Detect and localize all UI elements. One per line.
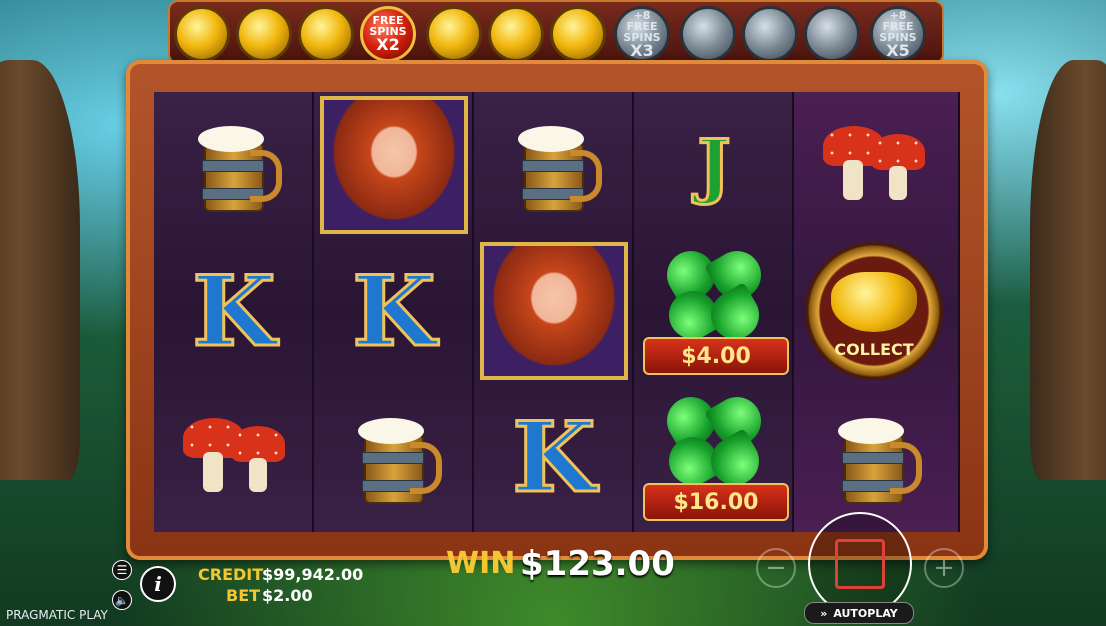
reel-5: COLLECT (794, 92, 960, 532)
bet-decrease-button[interactable]: − (756, 548, 796, 588)
symbol-beer-mug (154, 92, 314, 238)
clover-value: $4.00 (643, 337, 789, 375)
meter-mult: X5 (886, 40, 910, 60)
info-button[interactable]: i (140, 566, 176, 602)
bet-value: $2.00 (262, 586, 313, 605)
bet-increase-button[interactable]: + (924, 548, 964, 588)
meter-label: FREE SPINS (369, 14, 407, 38)
meter-mult: X3 (630, 40, 654, 60)
meter-coin (174, 6, 230, 62)
meter-coin (550, 6, 606, 62)
brand-label: PRAGMATIC PLAY (6, 608, 108, 622)
stop-icon (835, 539, 885, 589)
symbol-leprechaun-lady (314, 92, 474, 238)
symbol-mushroom (154, 384, 314, 530)
clover-value: $16.00 (643, 483, 789, 521)
symbol-mushroom (794, 92, 954, 238)
credit-label: CREDIT (198, 565, 264, 584)
bonus-meter: FREE SPINS X2 +8 FREE SPINS X3 +8 FREE SPI… (168, 0, 944, 64)
reel-3: K (474, 92, 634, 532)
reel-4: J $4.00 $16.00 (634, 92, 794, 532)
credit-value: $99,942.00 (262, 565, 364, 584)
spin-stop-button[interactable] (808, 512, 912, 616)
reel-1: K (154, 92, 314, 532)
win-value: $123.00 (520, 544, 675, 584)
symbol-leprechaun-lady (474, 238, 634, 384)
win-label: WIN (446, 546, 516, 581)
left-tree (0, 60, 80, 480)
sound-button[interactable]: 🔈 (112, 590, 132, 610)
reel-area: K K K J $4.00 $16.00 COLLECT (154, 92, 960, 532)
meter-mult: X2 (376, 35, 400, 54)
symbol-beer-mug (794, 384, 954, 530)
meter-coin (804, 6, 860, 62)
symbol-j: J (696, 122, 732, 208)
fast-forward-icon: » (820, 606, 828, 620)
reel-2: K (314, 92, 474, 532)
meter-coin (488, 6, 544, 62)
autoplay-button[interactable]: » AUTOPLAY (804, 602, 914, 624)
meter-coin (236, 6, 292, 62)
meter-freespins-x5: +8 FREE SPINS X5 (870, 6, 926, 62)
right-tree (1030, 60, 1106, 480)
menu-button[interactable]: ☰ (112, 560, 132, 580)
meter-label: +8 FREE SPINS (623, 8, 661, 44)
meter-coin (680, 6, 736, 62)
meter-freespins-x3: +8 FREE SPINS X3 (614, 6, 670, 62)
symbol-clover-money: $4.00 (634, 238, 794, 384)
collect-label: COLLECT (834, 340, 914, 359)
meter-coin (426, 6, 482, 62)
symbol-beer-mug (314, 384, 474, 530)
symbol-k: K (511, 399, 597, 515)
meter-label: +8 FREE SPINS (879, 8, 917, 44)
symbol-k: K (351, 253, 437, 369)
symbol-beer-mug (474, 92, 634, 238)
meter-coin (298, 6, 354, 62)
autoplay-label: AUTOPLAY (833, 606, 898, 620)
bet-label: BET (226, 586, 261, 605)
meter-freespins-x2: FREE SPINS X2 (360, 6, 416, 62)
meter-coin (742, 6, 798, 62)
symbol-pot-of-gold-collect: COLLECT (794, 238, 954, 384)
symbol-clover-money: $16.00 (634, 384, 794, 530)
symbol-k: K (191, 253, 277, 369)
